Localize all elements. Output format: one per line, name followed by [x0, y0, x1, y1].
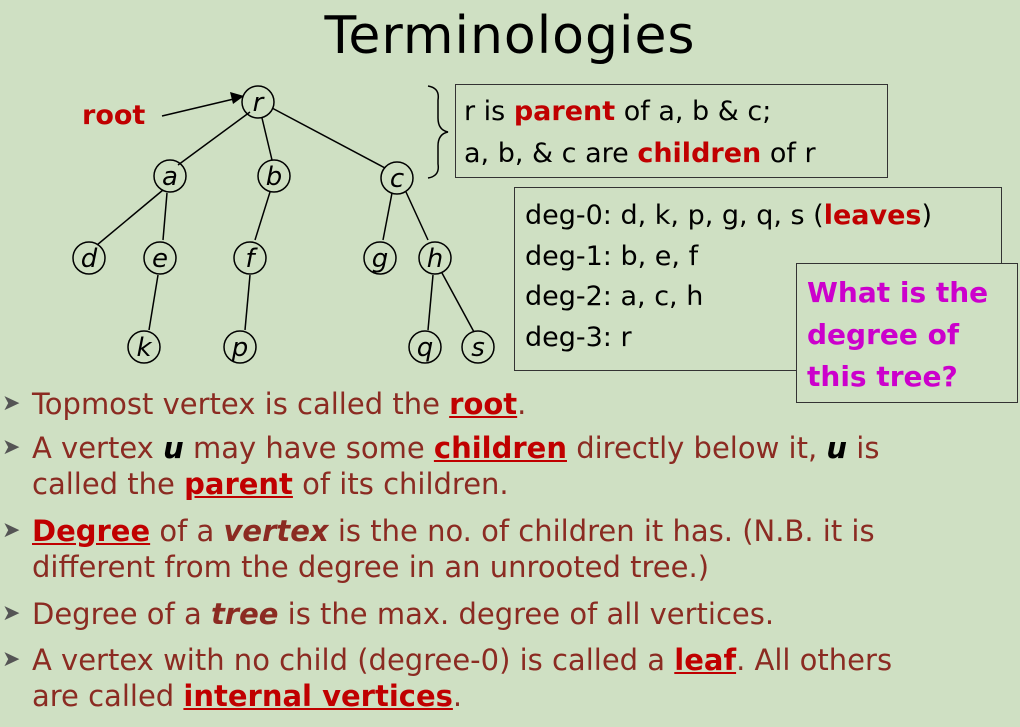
root-arrow [161, 97, 239, 117]
leaf-term: leaf [674, 643, 737, 677]
text: different from the degree in an unrooted… [32, 550, 710, 584]
text: . All others [736, 643, 893, 677]
edge-a-d [96, 189, 164, 246]
edge-h-q [427, 274, 434, 331]
question-line-2: degree of [807, 318, 960, 351]
edge-c-h [405, 191, 429, 241]
node-c-label: c [390, 164, 404, 194]
arrow-bullet-icon: ➤ [2, 647, 21, 672]
text: may have some [183, 431, 434, 465]
node-b-label: b [266, 162, 283, 192]
text: of r [761, 138, 816, 169]
text: a, b, & c are [464, 138, 638, 169]
text: of its children. [292, 467, 509, 501]
node-q-label: q [417, 333, 434, 363]
edge-c-g [382, 192, 393, 241]
edge-h-s [441, 272, 475, 333]
node-g-label: g [372, 244, 389, 274]
edge-r-a [177, 111, 251, 166]
degree-term: Degree [32, 514, 151, 548]
edge-e-k [148, 274, 159, 331]
text: A vertex with no child (degree-0) is cal… [32, 643, 675, 677]
text: A vertex [32, 431, 164, 465]
root-term: root [449, 387, 518, 421]
edge-b-f [254, 191, 271, 241]
node-d-label: d [81, 244, 98, 274]
parent-line: r is parent of a, b & c; [464, 91, 887, 133]
tree-term: tree [210, 597, 279, 631]
brace [427, 85, 449, 179]
text: of a [150, 514, 224, 548]
question-box: What is the degree of this tree? [796, 263, 1018, 403]
arrow-bullet-icon: ➤ [2, 601, 21, 626]
text: . [452, 679, 463, 713]
arrow-bullet-icon: ➤ [2, 391, 21, 416]
arrow-bullet-icon: ➤ [2, 435, 21, 460]
node-r-label: r [253, 88, 266, 118]
parent-children-box: r is parent of a, b & c; a, b, & c are c… [455, 84, 888, 178]
node-f-label: f [245, 244, 258, 274]
node-s-label: s [471, 333, 485, 363]
vertex-term: vertex [223, 514, 329, 548]
text: deg-0: d, k, p, g, q, s ( [525, 200, 824, 231]
text: is the max. degree of all vertices. [278, 597, 775, 631]
bullet-children: ➤ A vertex u may have some children dire… [0, 430, 1015, 502]
internal-vertices-term: internal vertices [183, 679, 453, 713]
arrow-bullet-icon: ➤ [2, 518, 21, 543]
question-line-1: What is the [807, 276, 989, 309]
bullet-degree: ➤ Degree of a vertex is the no. of child… [0, 513, 1015, 585]
node-a-label: a [162, 162, 178, 192]
edge-r-b [261, 117, 273, 161]
edge-f-p [244, 274, 251, 331]
text: Topmost vertex is called the [32, 387, 450, 421]
parent-term: parent [513, 96, 616, 127]
deg0-line: deg-0: d, k, p, g, q, s (leaves) [525, 196, 1001, 237]
root-label: root [82, 100, 146, 131]
bullet-tree-degree: ➤ Degree of a tree is the max. degree of… [0, 596, 1015, 632]
node-h-label: h [427, 244, 443, 274]
text: ) [921, 200, 933, 231]
text: is the no. of children it has. (N.B. it … [328, 514, 875, 548]
text: directly below it, [566, 431, 827, 465]
text: r is [464, 96, 514, 127]
parent-term: parent [184, 467, 293, 501]
children-line: a, b, & c are children of r [464, 133, 887, 175]
node-e-label: e [152, 244, 168, 274]
text: is [847, 431, 880, 465]
edge-a-e [162, 192, 168, 241]
bullet-leaf: ➤ A vertex with no child (degree-0) is c… [0, 642, 1015, 714]
u-var: u [163, 431, 184, 465]
node-p-label: p [231, 333, 249, 363]
text: of a, b & c; [615, 96, 772, 127]
node-k-label: k [136, 333, 152, 363]
bullet-root: ➤ Topmost vertex is called the root. [0, 386, 1015, 422]
edge-r-c [271, 107, 386, 169]
text: called the [32, 467, 185, 501]
text: Degree of a [32, 597, 211, 631]
text: are called [32, 679, 184, 713]
tree-edges [96, 97, 475, 333]
leaves-term: leaves [823, 200, 922, 231]
text: . [517, 387, 527, 421]
children-term: children [433, 431, 567, 465]
u-var: u [826, 431, 848, 465]
children-term: children [637, 138, 762, 169]
